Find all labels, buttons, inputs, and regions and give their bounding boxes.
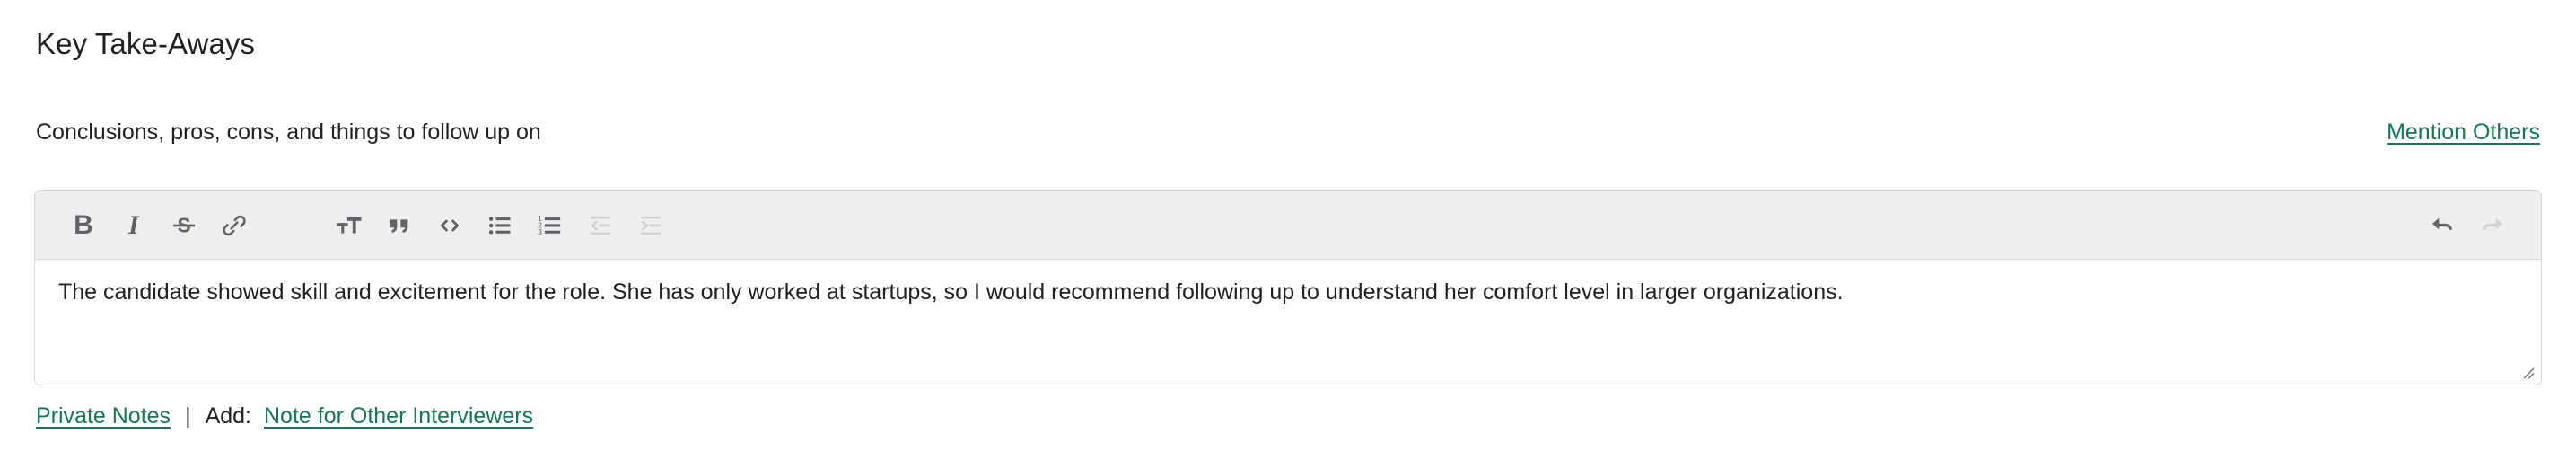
link-icon[interactable] [209,200,259,251]
blockquote-icon[interactable] [374,200,425,251]
footer-separator: | [185,403,191,429]
code-icon[interactable] [425,200,475,251]
outdent-icon[interactable] [575,200,626,251]
subtitle-row: Conclusions, pros, cons, and things to f… [36,119,2540,146]
editor-content[interactable]: The candidate showed skill and excitemen… [58,276,2518,308]
indent-icon[interactable] [626,200,676,251]
strikethrough-icon[interactable]: S [159,200,209,251]
toolbar-group-blocks: 1 2 3 [324,200,676,251]
editor-toolbar: B I S [35,191,2541,260]
toolbar-group-history [2417,200,2518,251]
section-description: Conclusions, pros, cons, and things to f… [36,119,541,145]
rich-text-editor: B I S [34,190,2542,385]
toolbar-group-formatting: B I S [58,200,259,251]
note-for-other-interviewers-link[interactable]: Note for Other Interviewers [264,403,533,429]
private-notes-link[interactable]: Private Notes [36,403,171,429]
editor-footer: Private Notes | Add: Note for Other Inte… [36,403,533,429]
svg-text:3: 3 [538,227,542,236]
mention-others-link[interactable]: Mention Others [2387,119,2540,146]
page-title: Key Take-Aways [36,27,256,60]
numbered-list-icon[interactable]: 1 2 3 [525,200,575,251]
add-label: Add: [205,403,251,429]
editor-text-area[interactable]: The candidate showed skill and excitemen… [35,260,2541,385]
resize-handle-icon[interactable] [2518,362,2536,380]
undo-icon[interactable] [2417,200,2467,251]
text-size-icon[interactable] [324,200,374,251]
redo-icon[interactable] [2467,200,2518,251]
bulleted-list-icon[interactable] [475,200,525,251]
bold-icon[interactable]: B [58,200,109,251]
italic-icon[interactable]: I [109,200,159,251]
key-takeaways-panel: Key Take-Aways Conclusions, pros, cons, … [0,0,2576,469]
